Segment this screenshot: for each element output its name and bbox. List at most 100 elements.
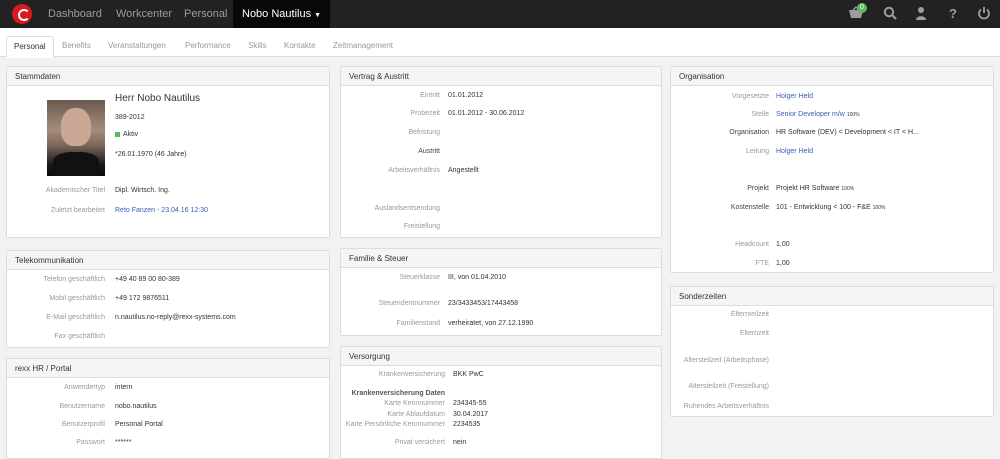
tab-benefits[interactable]: Benefits [55, 36, 98, 57]
help-icon[interactable]: ? [945, 6, 961, 22]
panel-title: Familie & Steuer [341, 249, 661, 268]
panel-vertrag: Vertrag & Austritt [340, 66, 662, 238]
nav-dashboard[interactable]: Dashboard [48, 0, 102, 28]
cost-center-value: 101 - Entwicklung < 100 - F&E 100% [776, 204, 886, 211]
card-personal-label: Karte Persönliche Kennnummer [345, 421, 445, 428]
user-type-label: Anwendertyp [64, 384, 105, 391]
tab-skills[interactable]: Skills [241, 36, 274, 57]
panel-title: Sonderzeiten [671, 287, 993, 306]
release-label: Freistellung [403, 223, 440, 230]
employment-value: Angestellt [448, 167, 479, 174]
organisation-value: HR Software (DEV) < Development < IT < H… [776, 129, 919, 136]
card-number-value: 234345-55 [453, 400, 487, 407]
last-edited-link[interactable]: Reto Fanzen - 23.04.16 12:30 [115, 207, 208, 214]
panel-title: Vertrag & Austritt [341, 67, 661, 86]
tax-id-value: 23/3433453/17443458 [448, 300, 519, 307]
last-edited-label: Zuletzt bearbeitet [50, 207, 105, 214]
partial-retirement-release-label: Altersteilzeit (Freistellung) [688, 383, 769, 390]
project-label: Projekt [747, 185, 769, 192]
probation-value: 01.01.2012 - 30.06.2012 [448, 110, 525, 117]
nav-personal[interactable]: Personal [184, 0, 227, 28]
password-label: Passwort [76, 439, 105, 446]
headcount-value: 1,00 [776, 241, 790, 248]
caret-down-icon: ▼ [314, 12, 322, 19]
private-insured-value: nein [453, 439, 467, 446]
fax-label: Fax geschäftlich [54, 333, 105, 340]
top-navbar: Dashboard Workcenter Personal Nobo Nauti… [0, 0, 1000, 28]
username-value: nobo.nautilus [115, 403, 157, 410]
card-number-label: Karte Kennnummer [384, 400, 445, 407]
fte-label: FTE [755, 260, 769, 267]
tax-id-label: Steueridentnummer [378, 300, 440, 307]
cost-center-label: Kostenstelle [730, 204, 769, 211]
insurance-data-subhead: Krankenversicherung Daten [351, 390, 445, 397]
supervisor-label: Vorgesetzte [732, 93, 769, 100]
phone-value[interactable]: +49 40 89 00 80-389 [115, 276, 180, 283]
search-icon[interactable] [882, 6, 898, 22]
email-value[interactable]: n.nautilus.no-reply@rexx-systems.com [115, 314, 236, 321]
parental-part-time-label: Elternteilzeit [730, 311, 769, 318]
tax-class-label: Steuerklasse [399, 274, 440, 281]
tab-bar: Personal Benefits Veranstaltungen Perfor… [0, 28, 1000, 58]
tab-veranstaltungen[interactable]: Veranstaltungen [101, 36, 173, 57]
fte-value: 1,00 [776, 260, 790, 267]
tax-class-value: III, von 01.04.2010 [448, 274, 506, 281]
phone-label: Telefon geschäftlich [43, 276, 105, 283]
entry-value: 01.01.2012 [448, 92, 484, 99]
status-badge: Aktiv [115, 131, 138, 138]
rexx-logo-icon[interactable] [12, 4, 32, 24]
panel-title: Stammdaten [7, 67, 329, 86]
panel-sonderzeiten: Sonderzeiten [670, 286, 994, 417]
nav-user-name: Nobo Nautilus [242, 8, 312, 20]
panel-title: rexx HR / Portal [7, 359, 329, 378]
nav-user-menu[interactable]: Nobo Nautilus ▼ [233, 0, 331, 28]
lead-label: Leitung [746, 148, 769, 155]
position-link[interactable]: Senior Developer m/w 100% [776, 111, 860, 118]
partial-retirement-work-label: Altersteilzeit (Arbeitsphase) [683, 357, 769, 364]
parental-leave-label: Elternzeit [739, 330, 769, 337]
marital-label: Familienstand [396, 320, 440, 327]
marital-value: verheiratet, von 27.12.1990 [448, 320, 534, 327]
card-personal-value: 2234535 [453, 421, 481, 428]
exit-label: Austritt [418, 148, 440, 155]
basket-count-badge: 0 [857, 3, 867, 13]
secondment-label: Auslandsentsendung [374, 205, 440, 212]
card-expiry-label: Karte Ablaufdatum [387, 411, 445, 418]
profile-label: Benutzerprofil [61, 421, 105, 428]
supervisor-link[interactable]: Holger Held [776, 93, 813, 100]
entry-label: Eintritt [420, 92, 440, 99]
project-value: Projekt HR Software 100% [776, 185, 855, 192]
headcount-label: Headcount [735, 241, 769, 248]
tab-kontakte[interactable]: Kontakte [277, 36, 323, 57]
panel-title: Organisation [671, 67, 993, 86]
employee-photo [47, 100, 105, 176]
password-value: ****** [115, 439, 132, 446]
panel-title: Telekommunikation [7, 251, 329, 270]
tab-zeitmanagement[interactable]: Zeitmanagement [326, 36, 400, 57]
email-label: E-Mail geschäftlich [46, 314, 105, 321]
profile-value: Personal Portal [115, 421, 163, 428]
akad-title-value: Dipl. Wirtsch. Ing. [115, 187, 170, 194]
employee-name: Herr Nobo Nautilus [115, 93, 201, 104]
fixed-term-label: Befristung [408, 129, 440, 136]
user-type-value: intern [115, 384, 133, 391]
health-insurance-value: BKK PwC [453, 371, 484, 378]
panel-organisation: Organisation [670, 66, 994, 273]
health-insurance-label: Krankenversicherung [378, 371, 445, 378]
mobile-label: Mobil geschäftlich [49, 295, 105, 302]
employment-label: Arbeitsverhältnis [388, 167, 440, 174]
dormant-employment-label: Ruhendes Arbeitsverhältnis [683, 403, 769, 410]
lead-link[interactable]: Holger Held [776, 148, 813, 155]
birth-date: *26.01.1970 (46 Jahre) [115, 151, 187, 158]
tab-personal[interactable]: Personal [6, 36, 54, 58]
tab-performance[interactable]: Performance [178, 36, 238, 57]
user-icon[interactable] [913, 6, 929, 22]
panel-title: Versorgung [341, 347, 661, 366]
akad-title-label: Akademischer Titel [45, 187, 105, 194]
power-icon[interactable] [976, 6, 992, 22]
username-label: Benutzername [59, 403, 105, 410]
mobile-value[interactable]: +49 172 9876511 [115, 295, 169, 302]
panel-portal: rexx HR / Portal [6, 358, 330, 459]
nav-workcenter[interactable]: Workcenter [116, 0, 172, 28]
personnel-number: 389-2012 [115, 114, 145, 121]
